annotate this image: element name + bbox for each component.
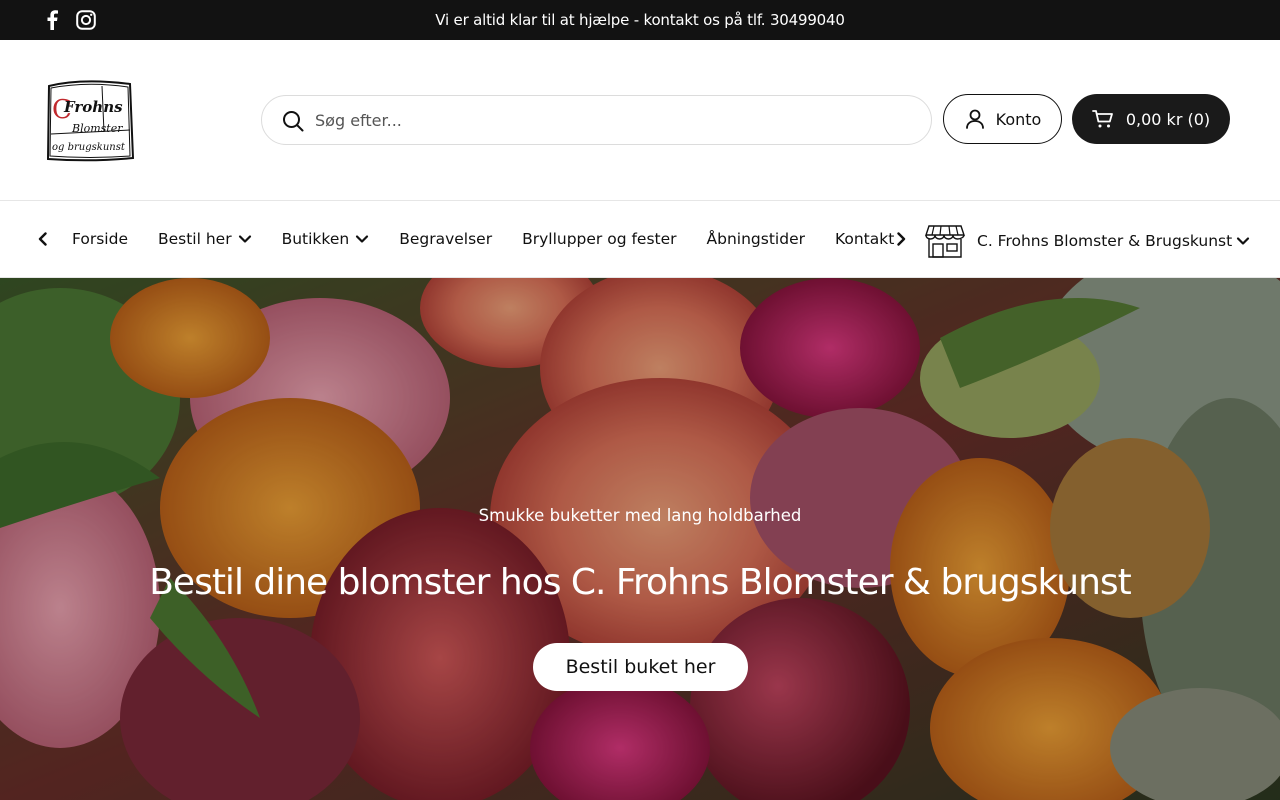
account-button[interactable]: Konto (943, 94, 1062, 144)
nav-item-kontakt[interactable]: Kontakt (835, 230, 894, 248)
nav-item-butikken[interactable]: Butikken (282, 230, 370, 248)
nav-item-label: Bestil her (157, 230, 232, 248)
logo-line3: og brugskunst (52, 142, 126, 153)
cart-button[interactable]: 0,00 kr (0) (1072, 94, 1230, 144)
chevron-left-icon[interactable] (33, 229, 53, 249)
chevron-down-icon (238, 232, 252, 246)
announcement-bar: Vi er altid klar til at hjælpe - kontakt… (0, 0, 1280, 40)
main-navigation: Forside Bestil her Butikken Begravelser … (0, 200, 1280, 278)
announcement-text: Vi er altid klar til at hjælpe - kontakt… (435, 11, 845, 29)
store-logo[interactable]: C Frohns Blomster og brugskunst (42, 76, 138, 164)
hero-title: Bestil dine blomster hos C. Frohns Bloms… (149, 562, 1132, 603)
search-icon (283, 111, 304, 132)
logo-line2: Blomster (71, 122, 123, 135)
nav-item-forside[interactable]: Forside (72, 230, 128, 248)
nav-item-label: Åbningstider (706, 230, 805, 248)
logo-line1: Frohns (63, 98, 123, 116)
user-icon (965, 109, 984, 129)
cart-icon (1091, 110, 1113, 128)
hero-subtitle: Smukke buketter med lang holdbarhed (478, 506, 802, 525)
nav-item-label: Kontakt (834, 230, 895, 248)
chevron-down-icon (355, 232, 369, 246)
chevron-down-icon (1237, 237, 1250, 245)
store-selector-label: C. Frohns Blomster & Brugskunst (977, 232, 1233, 250)
nav-item-abningstider[interactable]: Åbningstider (707, 230, 805, 248)
nav-item-bestil-her[interactable]: Bestil her (158, 230, 252, 248)
nav-item-bryllupper[interactable]: Bryllupper og fester (522, 230, 676, 248)
account-label: Konto (995, 109, 1042, 129)
store-selector[interactable]: C. Frohns Blomster & Brugskunst (925, 221, 1250, 261)
nav-item-label: Begravelser (399, 230, 493, 248)
chevron-right-icon[interactable] (891, 229, 911, 249)
hero-overlay (0, 278, 1280, 800)
nav-item-begravelser[interactable]: Begravelser (399, 230, 492, 248)
nav-item-label: Butikken (281, 230, 350, 248)
search-input[interactable] (315, 96, 915, 144)
nav-item-label: Forside (72, 230, 128, 248)
site-header: C Frohns Blomster og brugskunst Konto 0,… (0, 40, 1280, 200)
hero-banner: Smukke buketter med lang holdbarhed Best… (0, 278, 1280, 800)
store-icon (925, 225, 965, 258)
nav-item-label: Bryllupper og fester (522, 230, 677, 248)
search-bar[interactable] (261, 95, 932, 145)
order-bouquet-button[interactable]: Bestil buket her (533, 643, 748, 691)
cart-label: 0,00 kr (0) (1125, 109, 1211, 129)
